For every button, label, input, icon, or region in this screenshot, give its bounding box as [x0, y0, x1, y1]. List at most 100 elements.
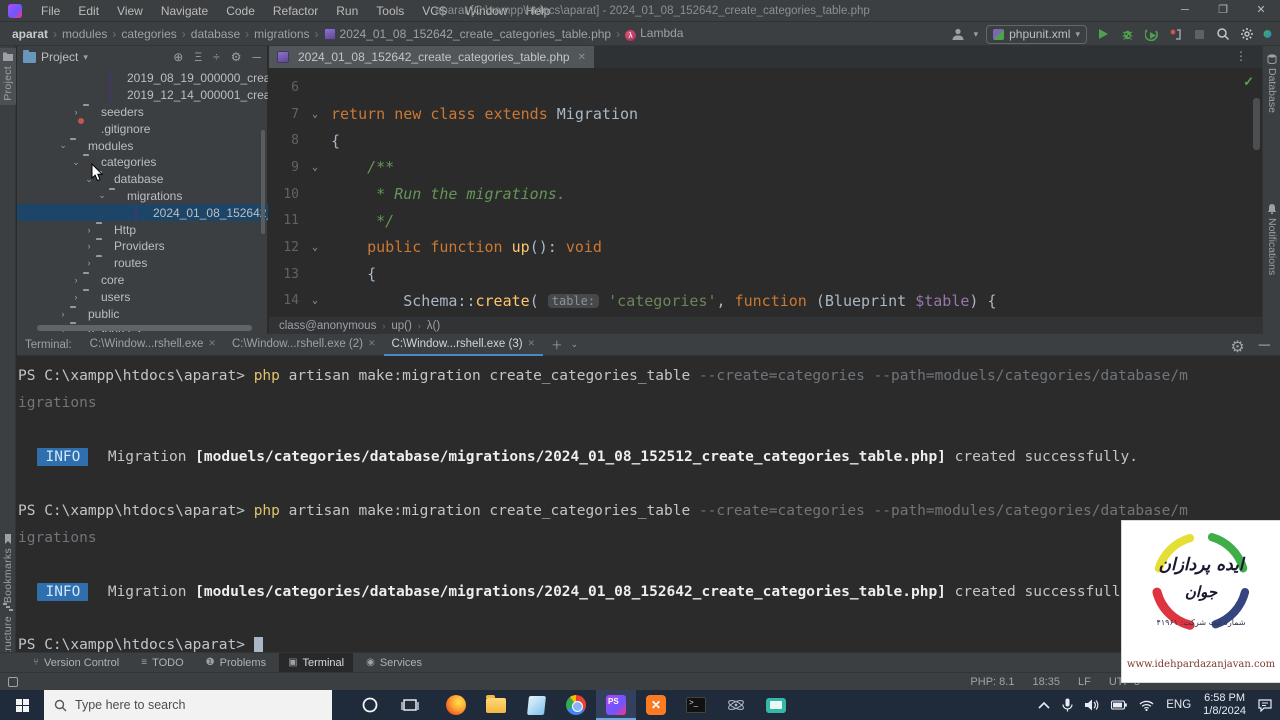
- tree-item-2024-01-08-152642-create-cate[interactable]: 2024_01_08_152642_create_cate: [17, 204, 268, 222]
- tool-window-notifications[interactable]: Notifications: [1263, 204, 1280, 275]
- inspection-ok-icon[interactable]: ✓: [1243, 74, 1254, 90]
- menu-view[interactable]: View: [108, 4, 152, 18]
- tab-options-icon[interactable]: ⋮: [1235, 49, 1248, 63]
- terminal-console[interactable]: PS C:\xampp\htdocs\aparat> php artisan m…: [17, 356, 1280, 652]
- php-version-indicator[interactable]: PHP: 8.1: [970, 676, 1014, 688]
- chevron-right-icon[interactable]: ›: [69, 107, 83, 117]
- stop-button[interactable]: [1191, 26, 1207, 42]
- microphone-icon[interactable]: [1062, 698, 1073, 712]
- toolbar-version-control[interactable]: ⑂ Version Control: [24, 653, 128, 673]
- fold-marker-icon[interactable]: ⌄: [299, 242, 331, 253]
- language-indicator[interactable]: ENG: [1166, 699, 1191, 711]
- code-editor[interactable]: 6 7 ⌄ return new class extends Migration 8{9…: [269, 68, 1262, 316]
- cortana-button[interactable]: [350, 690, 390, 720]
- tab-close-icon[interactable]: ✕: [368, 338, 376, 349]
- toolbar-services[interactable]: ◉ Services: [357, 653, 431, 673]
- tree-item-modules[interactable]: ⌄ modules: [17, 137, 268, 154]
- toolbar-todo[interactable]: ≡ TODO: [132, 653, 192, 673]
- new-terminal-tab-icon[interactable]: ＋: [551, 337, 563, 353]
- locate-file-icon[interactable]: ⊕: [173, 50, 183, 64]
- terminal-minimize-icon[interactable]: ─: [1259, 337, 1270, 357]
- terminal-tab-1[interactable]: C:\Window...rshell.exe ✕: [82, 334, 224, 356]
- editor-scrollbar[interactable]: [1253, 98, 1260, 150]
- tab-close-icon[interactable]: ✕: [528, 338, 536, 349]
- hide-panel-icon[interactable]: ─: [252, 50, 261, 64]
- line-separator-indicator[interactable]: LF: [1078, 676, 1091, 688]
- chevron-right-icon[interactable]: ›: [69, 292, 83, 302]
- show-hidden-icons-button[interactable]: [1038, 701, 1050, 709]
- fold-marker-icon[interactable]: ⌄: [299, 109, 331, 120]
- tree-item-routes[interactable]: › routes: [17, 255, 268, 272]
- close-button[interactable]: ✕: [1242, 0, 1280, 22]
- tab-close-icon[interactable]: ✕: [208, 338, 216, 349]
- tree-item-2019-08-19-000000-create-faile[interactable]: 2019_08_19_000000_create_failed_jobs_: [17, 70, 268, 88]
- project-view-caret[interactable]: ▾: [83, 52, 88, 63]
- editor-breadcrumb-item[interactable]: up(): [391, 320, 411, 332]
- menu-file[interactable]: File: [32, 4, 69, 18]
- editor-breadcrumb-item[interactable]: λ(): [427, 320, 440, 332]
- wifi-icon[interactable]: [1139, 700, 1154, 711]
- menu-navigate[interactable]: Navigate: [152, 4, 217, 18]
- toolbar-problems[interactable]: ❶ Problems: [197, 653, 275, 673]
- breadcrumb-item-categories[interactable]: categories: [121, 27, 176, 41]
- toolbar-terminal[interactable]: ▣ Terminal: [279, 652, 354, 673]
- menu-edit[interactable]: Edit: [69, 4, 108, 18]
- editor-tab[interactable]: 2024_01_08_152642_create_categories_tabl…: [269, 46, 594, 68]
- fold-marker-icon[interactable]: ⌄: [299, 295, 331, 306]
- menu-tools[interactable]: Tools: [367, 4, 413, 18]
- tree-item-users[interactable]: › users: [17, 288, 268, 305]
- tool-window-database[interactable]: Database: [1263, 54, 1280, 113]
- menu-refactor[interactable]: Refactor: [264, 4, 327, 18]
- minimize-button[interactable]: ─: [1166, 0, 1204, 22]
- menu-run[interactable]: Run: [327, 4, 367, 18]
- tool-window-project[interactable]: Project: [0, 48, 16, 105]
- xampp-taskbar-button[interactable]: ✕: [636, 690, 676, 720]
- breadcrumb-item-2024-01-08-152642-create-categories-tabl[interactable]: 2024_01_08_152642_create_categories_tabl…: [323, 27, 611, 41]
- chevron-right-icon[interactable]: ›: [56, 309, 70, 319]
- action-center-icon[interactable]: [1258, 698, 1272, 712]
- collapse-all-icon[interactable]: ÷: [213, 50, 220, 64]
- command-prompt-taskbar-button[interactable]: >_: [676, 690, 716, 720]
- taskbar-search-input[interactable]: Type here to search: [44, 690, 332, 720]
- user-dropdown-caret[interactable]: ▾: [974, 29, 979, 40]
- tree-item-database[interactable]: ⌄ database: [17, 171, 268, 188]
- atom-app-taskbar-button[interactable]: [716, 690, 756, 720]
- layout-icon[interactable]: [8, 676, 18, 687]
- volume-icon[interactable]: [1085, 699, 1099, 711]
- tab-close-icon[interactable]: ✕: [578, 52, 586, 63]
- breadcrumb-item-migrations[interactable]: migrations: [254, 27, 309, 41]
- tree-item-providers[interactable]: › Providers: [17, 238, 268, 255]
- expand-all-icon[interactable]: Ξ: [194, 50, 202, 64]
- breadcrumb-item-lambda[interactable]: λ Lambda: [625, 26, 683, 41]
- breadcrumb-item-database[interactable]: database: [191, 27, 240, 41]
- tree-item-seeders[interactable]: › seeders: [17, 104, 268, 121]
- breadcrumb-item-modules[interactable]: modules: [62, 27, 107, 41]
- run-with-coverage-button[interactable]: [1143, 26, 1159, 42]
- tree-item-http[interactable]: › Http: [17, 221, 268, 238]
- chevron-right-icon[interactable]: ›: [69, 275, 83, 285]
- tree-item-2019-12-14-000001-create-perso[interactable]: 2019_12_14_000001_create_personal_ac: [17, 87, 268, 105]
- caret-position-indicator[interactable]: 18:35: [1032, 676, 1060, 688]
- chevron-right-icon[interactable]: ›: [82, 258, 96, 268]
- file-explorer-taskbar-button[interactable]: [476, 690, 516, 720]
- ide-feature-icon[interactable]: [1263, 26, 1272, 42]
- tree-item-core[interactable]: › core: [17, 272, 268, 289]
- editor-breadcrumb-item[interactable]: class@anonymous: [279, 320, 376, 332]
- chevron-right-icon[interactable]: ›: [82, 225, 96, 235]
- tree-item-migrations[interactable]: ⌄ migrations: [17, 188, 268, 205]
- firefox-taskbar-button[interactable]: [436, 690, 476, 720]
- chevron-right-icon[interactable]: ›: [82, 241, 96, 251]
- tool-window-bookmarks[interactable]: Bookmarks: [0, 530, 16, 607]
- task-view-button[interactable]: [390, 690, 430, 720]
- taskbar-clock[interactable]: 6:58 PM 1/8/2024: [1203, 692, 1246, 718]
- chrome-taskbar-button[interactable]: [556, 690, 596, 720]
- battery-icon[interactable]: [1111, 700, 1128, 710]
- media-app-taskbar-button[interactable]: [756, 690, 796, 720]
- start-button[interactable]: [0, 690, 44, 720]
- terminal-tab-3[interactable]: C:\Window...rshell.exe (3) ✕: [383, 334, 544, 356]
- terminal-settings-gear-icon[interactable]: ⚙: [1230, 337, 1244, 357]
- tree-item-public[interactable]: › public: [17, 305, 268, 322]
- run-configuration-select[interactable]: phpunit.xml ▾: [986, 24, 1087, 44]
- mail-app-taskbar-button[interactable]: [516, 690, 556, 720]
- panel-settings-gear-icon[interactable]: ⚙: [231, 50, 242, 64]
